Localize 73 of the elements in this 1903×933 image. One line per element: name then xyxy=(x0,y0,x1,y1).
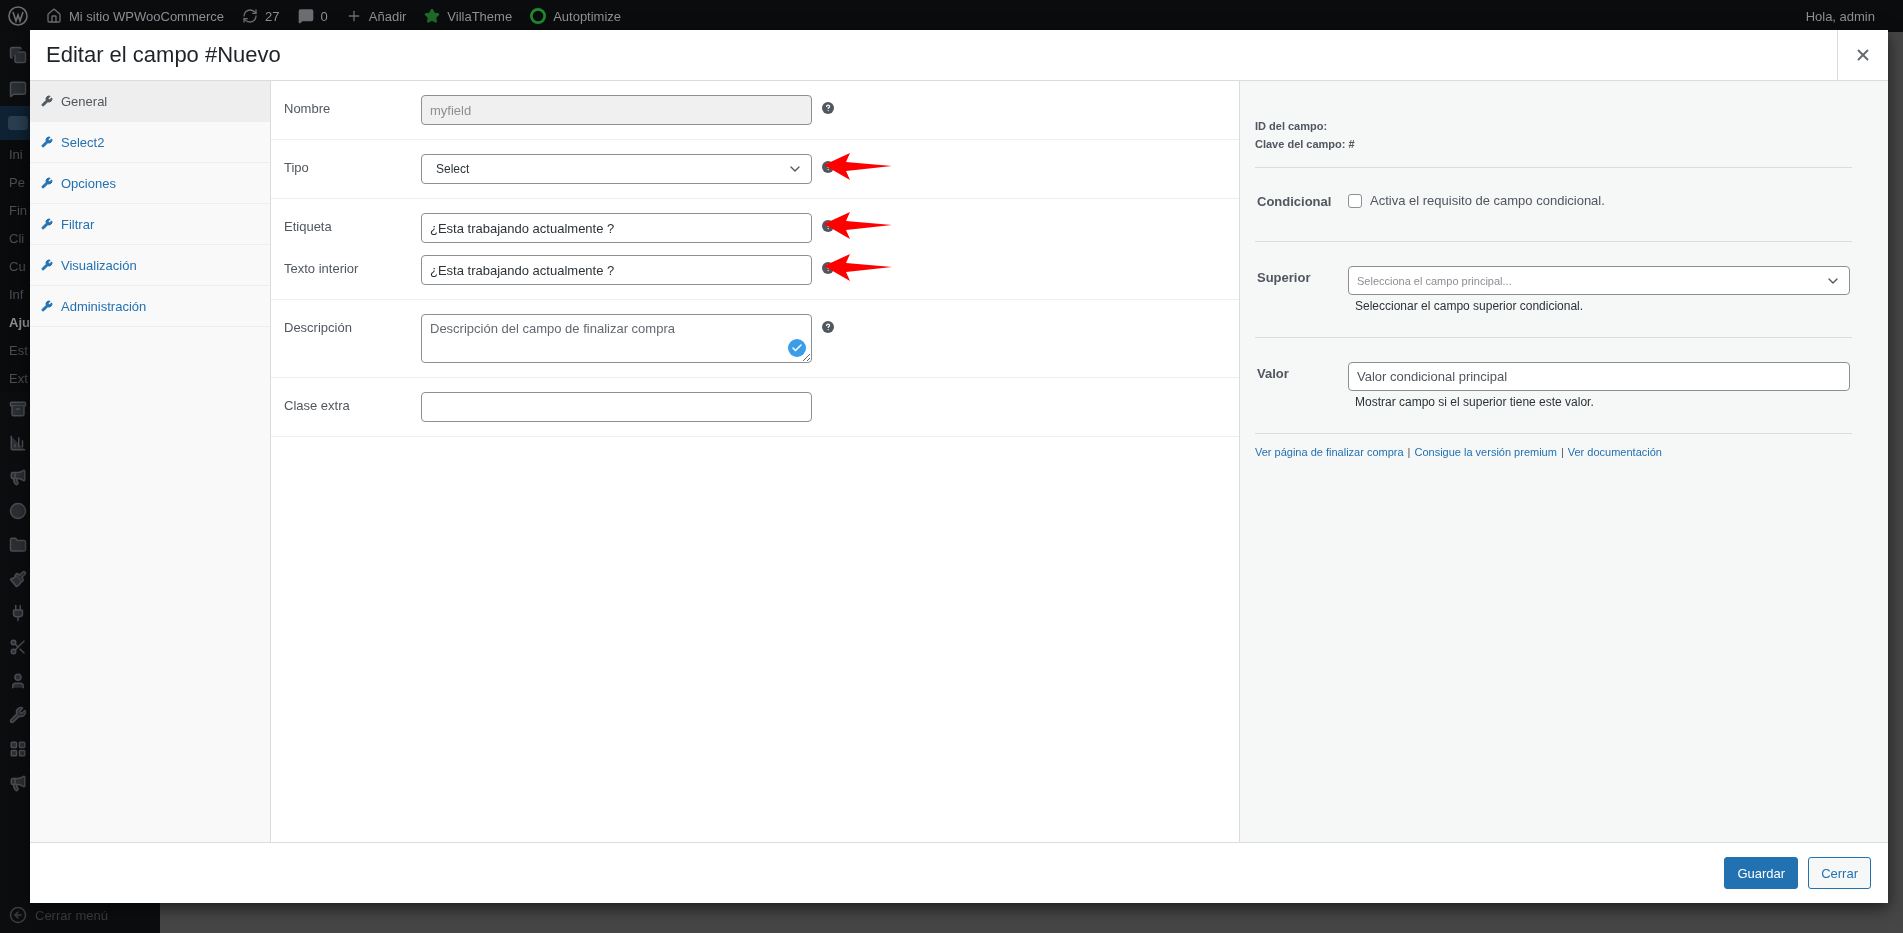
field-label: Texto interior xyxy=(283,260,360,276)
field-hint: Mostrar campo si el superior tiene este valor. xyxy=(1354,395,1595,409)
wrench-icon xyxy=(41,218,53,230)
nav-tab[interactable]: Filtrar xyxy=(30,204,270,245)
folder-icon[interactable] xyxy=(9,536,27,554)
field-id-label: ID del campo: xyxy=(1255,119,1329,134)
user-icon[interactable] xyxy=(9,672,27,690)
text-field[interactable]: ¿Esta trabajando actualmente ? xyxy=(421,213,812,243)
home-icon xyxy=(46,8,62,24)
text-field[interactable]: ¿Esta trabajando actualmente ? xyxy=(421,255,812,285)
footer-link[interactable]: Consigue la versión premium xyxy=(1414,446,1557,458)
wrench-icon xyxy=(41,95,53,107)
toolbar-link[interactable]: Autoptimize xyxy=(530,8,622,24)
nav-tab[interactable]: Opciones xyxy=(30,163,270,204)
field-label: Clase extra xyxy=(283,397,351,413)
field-hint: Seleccionar el campo superior condicional. xyxy=(1354,299,1585,313)
field-label: Descripción xyxy=(283,319,353,335)
parent-field-select[interactable]: Selecciona el campo principal... xyxy=(1348,266,1850,295)
scissors-icon[interactable] xyxy=(9,638,27,656)
text-field[interactable] xyxy=(421,392,812,422)
toolbar-link[interactable]: 27 xyxy=(242,8,280,24)
save-button[interactable]: Guardar xyxy=(1724,857,1799,889)
megaphone-icon[interactable] xyxy=(9,468,27,486)
grid-icon[interactable] xyxy=(9,740,27,758)
toolbar-link[interactable]: Mi sitio WPWooCommerce xyxy=(46,8,225,24)
close-button[interactable] xyxy=(1837,30,1888,80)
archive-icon[interactable] xyxy=(9,400,27,418)
valor-label: Valor xyxy=(1257,365,1290,383)
brush-icon[interactable] xyxy=(9,570,27,588)
description-textarea[interactable]: Descripción del campo de finalizar compra xyxy=(421,314,812,363)
dialog-title: Editar el campo #Nuevo xyxy=(46,42,282,68)
checkbox-label: Activa el requisito de campo condicional. xyxy=(1370,193,1605,208)
toolbar-link[interactable]: VillaTheme xyxy=(424,8,513,24)
field-label: Tipo xyxy=(283,159,310,175)
wrench-icon[interactable] xyxy=(9,706,27,724)
nav-tab[interactable]: Select2 xyxy=(30,122,270,163)
superior-label: Superior xyxy=(1257,269,1312,287)
field-label: Etiqueta xyxy=(283,218,333,234)
wrench-icon xyxy=(41,259,53,271)
pages-icon[interactable] xyxy=(9,46,27,64)
woo-logo xyxy=(8,116,28,130)
wrench-icon xyxy=(41,136,53,148)
field-label: Nombre xyxy=(283,100,332,116)
toolbar-link[interactable]: Añadir xyxy=(345,8,407,24)
close-dialog-button[interactable]: Cerrar xyxy=(1808,857,1871,889)
wrench-icon xyxy=(41,177,53,189)
megaphone-icon[interactable] xyxy=(9,774,27,792)
circle-icon[interactable] xyxy=(9,502,27,520)
wrench-icon xyxy=(41,300,53,312)
value-field[interactable]: Valor condicional principal xyxy=(1348,362,1850,391)
link-separator: | xyxy=(1560,446,1564,458)
nav-tab[interactable]: Visualización xyxy=(30,245,270,286)
refresh-icon xyxy=(242,8,259,24)
nav-tab[interactable]: Administración xyxy=(30,286,270,327)
help-icon[interactable] xyxy=(822,321,834,333)
wordpress-logo[interactable] xyxy=(8,6,28,26)
footer-link[interactable]: Ver página de finalizar compra xyxy=(1255,446,1404,458)
type-select[interactable]: Select xyxy=(421,154,812,184)
greeting-link[interactable]: Hola, admin xyxy=(1805,8,1895,24)
conditional-checkbox[interactable] xyxy=(1348,193,1362,208)
collapse-icon[interactable] xyxy=(9,906,27,924)
footer-link[interactable]: Ver documentación xyxy=(1567,446,1662,458)
field-key-label: Clave del campo: # xyxy=(1255,137,1356,152)
ring-icon xyxy=(530,8,547,24)
submenu-item[interactable]: Aju xyxy=(9,314,30,330)
speech-bubble-icon[interactable] xyxy=(9,80,27,98)
link-separator: | xyxy=(1407,446,1411,458)
speech-bubble-icon xyxy=(297,8,314,24)
toolbar-link[interactable]: 0 xyxy=(297,8,328,24)
conditional-label: Condicional xyxy=(1257,193,1333,209)
bar-chart-icon[interactable] xyxy=(9,434,27,452)
star-icon xyxy=(424,8,441,24)
nav-tab[interactable]: General xyxy=(30,81,270,122)
